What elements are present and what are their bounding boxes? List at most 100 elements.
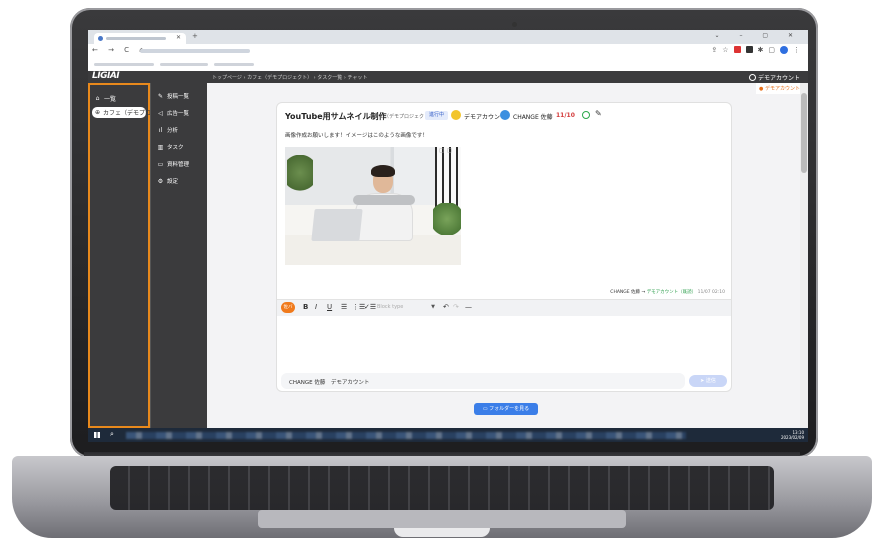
message-sender: CHANGE 佐藤 <box>610 290 641 295</box>
subnav-item-label: 設定 <box>167 179 179 185</box>
blurred-bookmark[interactable] <box>160 63 208 66</box>
globe-icon: ⊕ <box>95 109 101 116</box>
menu-icon[interactable]: ⋮ <box>793 46 800 54</box>
divider-button[interactable]: — <box>465 303 472 311</box>
subnav-item-label: 広告一覧 <box>167 111 190 117</box>
user-badge[interactable]: 佐バ <box>281 302 295 313</box>
image-plant <box>287 155 313 199</box>
message-image[interactable]: ▢ ▢ <box>285 147 461 265</box>
italic-button[interactable]: I <box>315 303 317 311</box>
subnav-item-documents[interactable]: ▭ 資料管理 <box>157 160 190 169</box>
system-clock[interactable]: 13:10 2023/02/09 <box>781 430 804 440</box>
subnav-item-label: タスク <box>167 145 184 151</box>
tag-icon: ◁ <box>158 109 163 117</box>
new-tab-button[interactable]: + <box>192 32 198 40</box>
extension-icons: ⇪ ☆ ✱ ▢ ⋮ <box>711 46 800 54</box>
kanban-icon: ▥ <box>157 143 164 151</box>
bookmarks-bar <box>88 58 808 72</box>
underline-button[interactable]: U <box>327 303 332 311</box>
undo-button[interactable]: ↶ <box>443 303 449 311</box>
revision-count: 11/10 <box>556 112 575 119</box>
app-header: LIGIAI トップページ › カフェ（デモプロジェクト） › タスク一覧 › … <box>88 71 808 83</box>
laptop-notch <box>394 528 490 537</box>
task-chat-card: YouTube用サムネイル制作 カフェ（デモプロジェクト） 進行中 デモアカウン… <box>276 102 732 392</box>
message-time: 11/07 02:10 <box>697 290 725 295</box>
extension-red-icon[interactable] <box>733 46 741 53</box>
subnav-item-ads[interactable]: ◁ 広告一覧 <box>157 109 190 118</box>
profile-avatar[interactable] <box>780 46 788 54</box>
view-folder-button[interactable]: ▭ フォルダーを見る <box>474 403 538 415</box>
blurred-bookmark[interactable] <box>214 63 254 66</box>
image-controls-icon[interactable]: ▢ ▢ <box>439 147 452 154</box>
scroll-thumb[interactable] <box>801 93 807 173</box>
extension-dark-icon[interactable] <box>745 46 753 53</box>
webcam <box>512 22 517 27</box>
account-name: デモアカウント <box>757 75 800 82</box>
close-tab-icon[interactable]: ✕ <box>176 34 181 41</box>
page-scrollbar[interactable] <box>800 83 808 428</box>
send-button[interactable]: ➤ 送信 <box>689 375 727 387</box>
subnav-item-posts[interactable]: ✎ 投稿一覧 <box>157 92 190 101</box>
laptop-keyboard <box>110 466 774 510</box>
subnav-item-label: 投稿一覧 <box>167 94 190 100</box>
bullet-list-button[interactable]: ☰ <box>341 303 347 311</box>
check-circle-icon[interactable] <box>582 111 590 119</box>
blurred-bookmark[interactable] <box>94 63 154 66</box>
address-bar: ← → C ⌂ ⇪ ☆ ✱ ▢ ⋮ <box>88 44 808 59</box>
subnav-item-analytics[interactable]: ıl 分析 <box>157 126 179 135</box>
image-laptop <box>311 209 363 241</box>
account-menu[interactable]: デモアカウント <box>748 73 800 82</box>
message-arrow: → <box>641 290 646 295</box>
puzzle-icon[interactable]: ✱ <box>758 46 764 54</box>
subnav-item-tasks[interactable]: ▥ タスク <box>157 143 184 152</box>
folder-icon: ▭ <box>157 160 164 168</box>
requester-avatar <box>500 110 510 120</box>
laptop-trackpad <box>258 510 626 528</box>
blurred-taskbar-apps[interactable] <box>126 432 686 439</box>
subnav-item-settings[interactable]: ⚙ 設定 <box>157 177 179 186</box>
image-person-sweater <box>353 195 415 205</box>
search-icon[interactable]: ⌕ <box>110 430 114 439</box>
user-icon <box>748 74 756 81</box>
gear-icon: ⚙ <box>157 177 164 185</box>
editor-toolbar: 佐バ B I U ☰ ⋮☰ ✓☰ Block type ▼ ↶ ↷ — <box>277 299 731 316</box>
subnav-item-label: 資料管理 <box>167 162 190 168</box>
breadcrumb[interactable]: トップページ › カフェ（デモプロジェクト） › タスク一覧 › チャット <box>212 74 367 81</box>
message-meta: CHANGE 佐藤 → デモアカウント（既読） 11/07 02:10 <box>610 289 725 295</box>
screen: ✕ + ⌄ – ▢ ✕ ← → C ⌂ ⇪ ☆ ✱ ▢ ⋮ LIGIAI トップ… <box>88 30 808 442</box>
account-popup[interactable]: ● デモアカウント <box>756 83 804 94</box>
edit-icon: ✎ <box>157 92 164 100</box>
share-icon[interactable]: ⇪ <box>711 46 717 54</box>
bar-chart-icon: ıl <box>158 126 163 134</box>
checklist-button[interactable]: ✓☰ <box>364 303 376 311</box>
message-text: 画像作成お願いします！イメージはこのような画像です！ <box>285 133 428 139</box>
clock-date: 2023/02/09 <box>780 435 804 440</box>
redo-button[interactable]: ↷ <box>453 303 459 311</box>
blurred-url-field[interactable] <box>140 49 250 53</box>
status-badge[interactable]: 進行中 <box>425 111 449 120</box>
browser-tab-strip: ✕ + ⌄ – ▢ ✕ <box>88 30 808 44</box>
sidebar-item-project[interactable]: ⊕ カフェ（デモプロ... <box>92 107 157 118</box>
block-type-select[interactable]: Block type ▼ <box>377 303 435 312</box>
assignee-avatar <box>451 110 461 120</box>
home-icon: ⌂ <box>95 95 100 102</box>
edit-square-icon[interactable]: ✎ <box>595 109 602 118</box>
message-input[interactable]: CHANGE 佐藤 デモアカウント <box>281 373 685 389</box>
star-icon[interactable]: ☆ <box>722 46 728 54</box>
browser-tab[interactable]: ✕ <box>94 33 186 44</box>
bold-button[interactable]: B <box>303 303 308 311</box>
blurred-tab-title <box>106 37 166 40</box>
sidepanel-icon[interactable]: ▢ <box>768 46 775 54</box>
app-logo[interactable]: LIGIAI <box>92 71 120 81</box>
block-type-placeholder: Block type <box>377 304 404 310</box>
requester-name: CHANGE 佐藤 <box>513 114 553 121</box>
window-controls[interactable]: ⌄ – ▢ ✕ <box>715 32 802 39</box>
windows-start-icon[interactable] <box>94 432 100 438</box>
os-taskbar: ⌕ 13:10 2023/02/09 <box>88 428 808 442</box>
sidebar-item-list[interactable]: ⌂ 一覧 <box>94 94 116 103</box>
message-recipient: デモアカウント（既読） <box>646 290 697 295</box>
signature-text: CHANGE 佐藤 デモアカウント <box>289 380 370 386</box>
subnav-item-label: 分析 <box>167 128 179 134</box>
favicon-icon <box>98 36 103 41</box>
primary-sidebar: ⌂ 一覧 ⊕ カフェ（デモプロ... <box>88 83 157 428</box>
